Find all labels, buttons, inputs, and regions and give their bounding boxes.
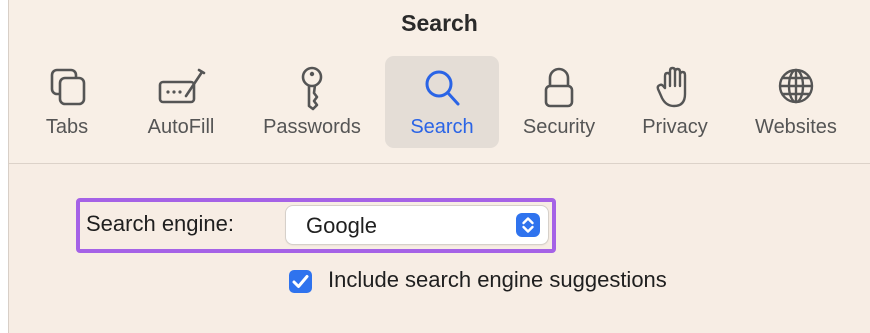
hand-icon [650,64,700,112]
suggestions-label[interactable]: Include search engine suggestions [328,267,667,293]
magnifier-icon [417,64,467,112]
search-settings-panel: Search engine: Google Include search eng… [9,164,870,333]
tabs-icon [42,64,92,112]
tab-security[interactable]: Security [509,56,609,148]
search-engine-select[interactable]: Google [286,206,548,244]
tab-label: Websites [755,116,837,138]
tab-autofill[interactable]: AutoFill [131,56,231,148]
search-engine-label: Search engine: [86,211,234,236]
key-icon [287,64,337,112]
tab-label: Security [522,116,596,138]
tab-label: Privacy [642,116,708,138]
tab-label: Tabs [45,116,89,138]
window-title: Search [401,10,478,36]
tab-privacy[interactable]: Privacy [629,56,721,148]
tab-tabs[interactable]: Tabs [31,56,103,148]
tab-websites[interactable]: Websites [741,56,851,148]
tab-search[interactable]: Search [385,56,499,148]
suggestions-checkbox[interactable] [289,270,312,293]
preferences-toolbar: Search Tabs AutoFill Passwords Search Se… [9,0,870,164]
autofill-icon [156,64,206,112]
tab-label: AutoFill [147,116,215,138]
search-engine-value: Google [306,213,377,238]
tab-label: Passwords [263,116,361,138]
preferences-window: Search Tabs AutoFill Passwords Search Se… [8,0,870,333]
globe-icon [771,64,821,112]
chevron-updown-icon [516,213,540,237]
checkmark-icon [289,275,312,297]
tab-label: Search [410,116,474,138]
tab-passwords[interactable]: Passwords [249,56,375,148]
lock-icon [534,64,584,112]
